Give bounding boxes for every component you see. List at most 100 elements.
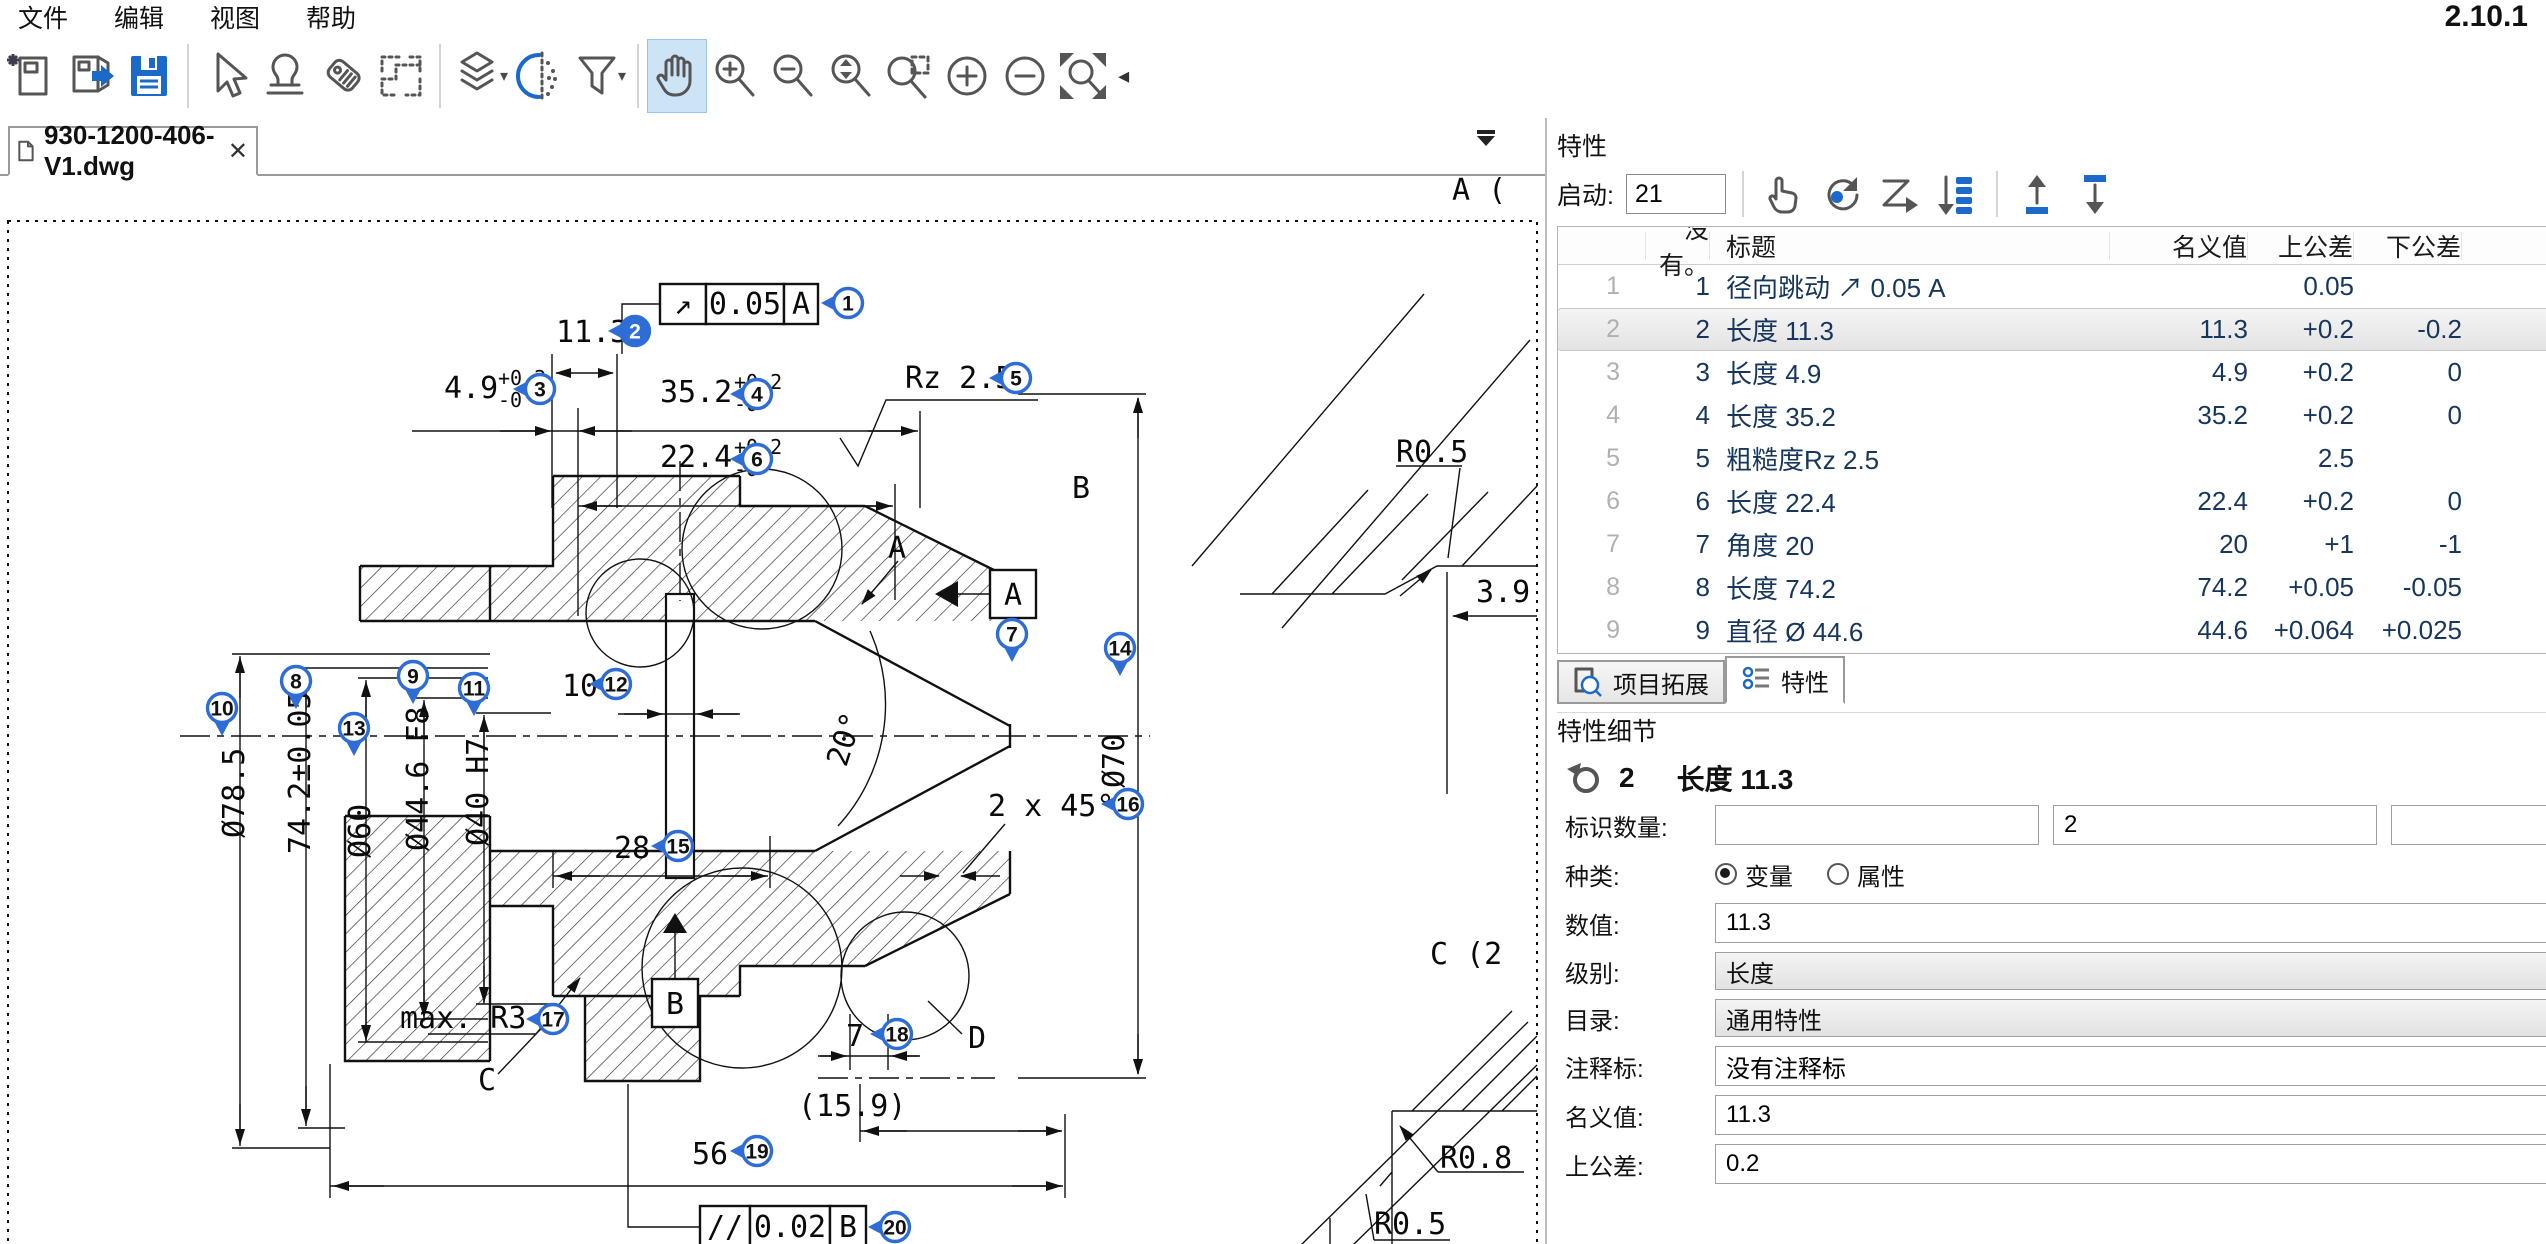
drawing-viewport[interactable]: ↗ 0.05 A // 0.02 B 11.34.9+0.2-035.2+0.2…	[0, 176, 1545, 1244]
balloon-17[interactable]: 17	[526, 1005, 568, 1034]
capture-region-icon[interactable]	[372, 40, 430, 112]
nominal-input[interactable]	[1715, 1095, 2546, 1135]
refresh-order-icon[interactable]	[1818, 171, 1864, 217]
new-document-icon[interactable]	[4, 40, 62, 112]
move-bottom-icon[interactable]	[2072, 171, 2118, 217]
renumber-list-icon[interactable]	[1934, 171, 1980, 217]
move-top-icon[interactable]	[2014, 171, 2060, 217]
balloon-10[interactable]: 10	[208, 694, 237, 737]
radio-variable-label[interactable]: 变量	[1745, 857, 1793, 892]
svg-text:2: 2	[629, 321, 641, 344]
radio-variable[interactable]	[1715, 863, 1737, 885]
upper-tol-input[interactable]	[1715, 1144, 2546, 1184]
table-row[interactable]: 55粗糙度Rz 2.52.5	[1558, 437, 2546, 480]
field-label-catalog: 目录:	[1565, 1001, 1715, 1036]
table-row[interactable]: 44长度 35.235.2+0.20	[1558, 394, 2546, 437]
table-row[interactable]: 66长度 22.422.4+0.20	[1558, 480, 2546, 523]
id-quantity-input-3[interactable]	[2391, 805, 2546, 845]
tab-characteristics[interactable]: 特性	[1725, 656, 1845, 704]
z-order-icon[interactable]	[1876, 171, 1922, 217]
details-panel-title: 特性细节	[1557, 712, 1657, 748]
field-label-upper-tol: 上公差:	[1565, 1147, 1715, 1182]
col-header-no[interactable]: 没有。	[1646, 232, 1710, 260]
table-row[interactable]: 33长度 4.94.9+0.20	[1558, 351, 2546, 394]
dim-label: (15.9)	[798, 1089, 906, 1124]
details-panel-header: 特性细节 ✕	[1557, 713, 2546, 747]
zoom-window-icon[interactable]	[880, 40, 938, 112]
workspace: 930-1200-406-V1.dwg ✕	[0, 118, 2546, 1244]
table-row[interactable]: 88长度 74.274.2+0.05-0.05	[1558, 566, 2546, 609]
dim-label: D	[968, 1021, 986, 1056]
dim-label: 3.9	[1476, 575, 1530, 610]
table-row[interactable]: 11径向跳动 ↗ 0.05 A0.05	[1558, 265, 2546, 308]
id-quantity-input-2[interactable]	[2053, 805, 2377, 845]
table-header-row[interactable]: 没有。 标题 名义值 上公差 下公差	[1558, 227, 2546, 265]
svg-text:5: 5	[1010, 368, 1022, 391]
menu-view[interactable]: 视图	[210, 0, 260, 35]
filter-dropdown-icon[interactable]: ▾	[618, 66, 626, 86]
menu-edit[interactable]: 编辑	[114, 0, 164, 35]
table-row[interactable]: 22长度 11.311.3+0.2-0.2	[1558, 308, 2546, 351]
dim-label: Ø44.6 F8	[401, 707, 436, 852]
col-header-lower[interactable]: 下公差	[2354, 232, 2462, 260]
catalog-select[interactable]: 通用特性∨	[1715, 999, 2546, 1037]
svg-text:0.05: 0.05	[709, 287, 781, 322]
decrease-icon[interactable]	[996, 40, 1054, 112]
svg-text:14: 14	[1108, 638, 1132, 661]
col-header-upper[interactable]: 上公差	[2248, 232, 2354, 260]
zoom-in-icon[interactable]	[706, 40, 764, 112]
balloon-13[interactable]: 13	[340, 714, 369, 757]
menu-help[interactable]: 帮助	[306, 0, 356, 35]
radio-attribute[interactable]	[1827, 863, 1849, 885]
tab-project-extension[interactable]: 项目拓展	[1557, 660, 1725, 704]
properties-panel-header: 特性 ✕	[1557, 128, 2546, 162]
layers-dropdown-icon[interactable]: ▾	[500, 66, 508, 86]
pick-hand-icon[interactable]	[1760, 171, 1806, 217]
radio-attribute-label[interactable]: 属性	[1857, 857, 1905, 892]
dim-label: A (	[1452, 176, 1506, 208]
balloon-19[interactable]: 19	[730, 1137, 772, 1166]
select-arrow-icon[interactable]	[198, 40, 256, 112]
svg-text:19: 19	[745, 1141, 768, 1164]
stamp-icon[interactable]	[256, 40, 314, 112]
open-import-icon[interactable]	[62, 40, 120, 112]
start-input[interactable]	[1626, 174, 1726, 214]
balloon-7[interactable]: 7	[998, 620, 1027, 663]
document-tab[interactable]: 930-1200-406-V1.dwg ✕	[8, 126, 258, 176]
dim-label: 74.2±0.05	[283, 691, 318, 854]
balloon-11[interactable]: 11	[460, 674, 489, 717]
balloon-18[interactable]: 18	[870, 1020, 912, 1049]
right-panel-column: 特性 ✕ 启动:	[1545, 118, 2546, 1244]
col-header-title[interactable]: 标题	[1710, 232, 2110, 260]
zoom-out-icon[interactable]	[764, 40, 822, 112]
value-input[interactable]	[1715, 903, 2546, 943]
id-quantity-input-1[interactable]	[1715, 805, 2039, 845]
zoom-fit-icon[interactable]	[1054, 40, 1112, 112]
field-label-nominal: 名义值:	[1565, 1098, 1715, 1133]
level-select[interactable]: 长度∨	[1715, 952, 2546, 990]
tab-overflow-icon[interactable]	[1473, 130, 1499, 146]
save-icon[interactable]	[120, 40, 178, 112]
col-header-nominal[interactable]: 名义值	[2110, 232, 2248, 260]
increase-icon[interactable]	[938, 40, 996, 112]
collapse-icon[interactable]: ◂	[1118, 63, 1129, 89]
drawing-column: 930-1200-406-V1.dwg ✕	[0, 118, 1545, 1244]
selected-characteristic-name: 长度 11.3	[1677, 758, 1794, 798]
note-input[interactable]	[1715, 1046, 2546, 1086]
table-row[interactable]: 99直径 Ø 44.644.6+0.064+0.025	[1558, 609, 2546, 652]
runout-symbol: ↗	[674, 287, 692, 322]
project-extension-icon	[1573, 667, 1603, 697]
balloon-1[interactable]: 1	[821, 289, 863, 318]
table-row[interactable]: 77角度 2020+1-1	[1558, 523, 2546, 566]
svg-text:17: 17	[541, 1009, 564, 1032]
tab-close-icon[interactable]: ✕	[228, 137, 248, 166]
balloon-14[interactable]: 14	[1106, 634, 1135, 677]
toolbar-separator	[187, 44, 189, 108]
zoom-dynamic-icon[interactable]	[822, 40, 880, 112]
mirror-icon[interactable]	[510, 40, 568, 112]
menu-file[interactable]: 文件	[18, 0, 68, 35]
pan-hand-icon[interactable]	[648, 40, 706, 112]
balloon-20[interactable]: 20	[868, 1213, 910, 1242]
tag-icon[interactable]	[314, 40, 372, 112]
fcf-parallelism: // 0.02 B	[700, 1206, 866, 1244]
